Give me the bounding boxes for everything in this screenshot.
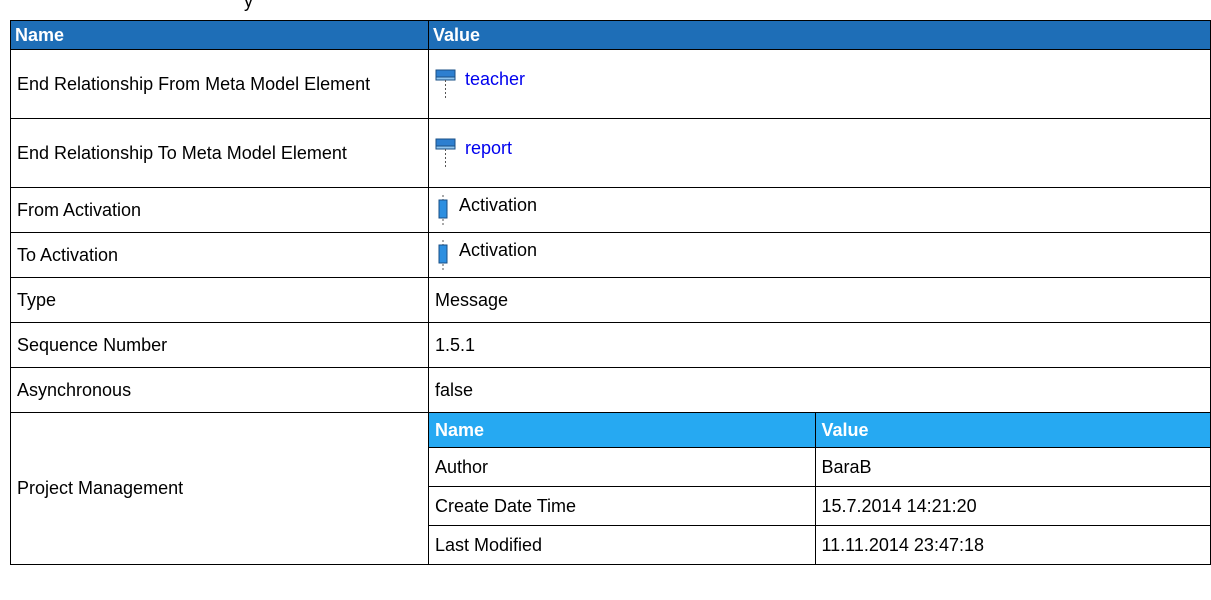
property-name: To Activation — [10, 232, 429, 278]
property-name: Type — [10, 277, 429, 323]
activation-icon — [438, 240, 448, 270]
class-element-icon — [435, 69, 456, 98]
nested-table-row: Author BaraB — [429, 447, 1210, 487]
nested-property-name: Author — [429, 447, 816, 487]
property-value: 1.5.1 — [428, 322, 1211, 368]
property-name: End Relationship From Meta Model Element — [10, 49, 429, 119]
table-row: From Activation Activation — [10, 187, 1211, 233]
class-element-icon — [435, 138, 456, 167]
nested-property-name: Create Date Time — [429, 486, 816, 526]
table-row: End Relationship From Meta Model Element… — [10, 49, 1211, 119]
property-value: Activation — [428, 232, 1211, 278]
property-value: false — [428, 367, 1211, 413]
project-management-table: Name Value Author BaraB Create Date Time… — [429, 413, 1210, 564]
activation-icon — [438, 195, 448, 225]
nested-table-row: Last Modified 11.11.2014 23:47:18 — [429, 525, 1210, 564]
value-text: Activation — [459, 195, 538, 215]
nested-property-name: Last Modified — [429, 525, 816, 564]
section-heading-fragment: y — [244, 0, 253, 11]
nested-value-column-header: Value — [814, 413, 1210, 448]
value-column-header: Value — [428, 20, 1211, 50]
property-name: Project Management — [10, 412, 429, 565]
nested-table-row: Create Date Time 15.7.2014 14:21:20 — [429, 486, 1210, 526]
table-header-row: Name Value — [10, 20, 1211, 50]
value-link[interactable]: teacher — [465, 69, 525, 89]
table-row: Type Message — [10, 277, 1211, 323]
property-name: Sequence Number — [10, 322, 429, 368]
nested-property-value: 11.11.2014 23:47:18 — [814, 525, 1210, 564]
table-row: Project Management Name Value Author Bar… — [10, 412, 1211, 565]
name-column-header: Name — [10, 20, 429, 50]
nested-name-column-header: Name — [429, 413, 816, 448]
nested-property-value: BaraB — [814, 447, 1210, 487]
table-row: Sequence Number 1.5.1 — [10, 322, 1211, 368]
nested-property-value: 15.7.2014 14:21:20 — [814, 486, 1210, 526]
property-value: report — [428, 118, 1211, 188]
property-value: teacher — [428, 49, 1211, 119]
table-row: End Relationship To Meta Model Element r… — [10, 118, 1211, 188]
value-link[interactable]: report — [465, 138, 512, 158]
property-value: Name Value Author BaraB Create Date Time… — [428, 412, 1211, 565]
nested-header-row: Name Value — [429, 413, 1210, 448]
table-row: To Activation Activation — [10, 232, 1211, 278]
property-name: End Relationship To Meta Model Element — [10, 118, 429, 188]
properties-table: Name Value End Relationship From Meta Mo… — [10, 20, 1211, 565]
table-row: Asynchronous false — [10, 367, 1211, 413]
property-value: Message — [428, 277, 1211, 323]
value-text: Activation — [459, 240, 538, 260]
property-name: Asynchronous — [10, 367, 429, 413]
property-name: From Activation — [10, 187, 429, 233]
property-value: Activation — [428, 187, 1211, 233]
